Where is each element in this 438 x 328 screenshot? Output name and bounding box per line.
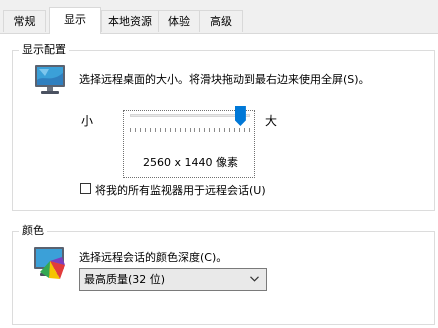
slider-tick — [130, 128, 131, 132]
monitor-icon — [35, 65, 65, 94]
color-palette-monitor-icon — [34, 247, 65, 279]
slider-tick — [239, 128, 240, 132]
slider-tick — [194, 128, 195, 132]
slider-tick — [150, 128, 151, 132]
slider-tick — [145, 128, 146, 132]
slider-tick — [224, 128, 225, 132]
slider-tick — [190, 128, 191, 132]
tab-experience[interactable]: 体验 — [158, 10, 200, 32]
tab-advanced[interactable]: 高级 — [199, 10, 243, 32]
colors-group-title: 颜色 — [19, 224, 47, 238]
color-depth-select[interactable]: 最高质量(32 位) — [79, 268, 267, 291]
tab-strip: 常规 显示 本地资源 体验 高级 — [0, 0, 438, 34]
all-monitors-checkbox[interactable] — [80, 183, 91, 194]
slider-tick — [209, 128, 210, 132]
slider-tick — [180, 128, 181, 132]
slider-tick — [165, 128, 166, 132]
slider-tick — [214, 128, 215, 132]
slider-tick — [244, 128, 245, 132]
display-config-title: 显示配置 — [19, 43, 69, 57]
slider-tick — [229, 128, 230, 132]
chevron-down-icon — [250, 276, 259, 282]
slider-tick — [185, 128, 186, 132]
display-description: 选择远程桌面的大小。将滑块拖动到最右边来使用全屏(S)。 — [79, 73, 370, 86]
slider-min-label: 小 — [81, 114, 94, 128]
display-tab-panel: 显示配置 选择远程桌面的大小。将滑块拖动到最右边来使用全屏(S)。 小 大 25… — [0, 33, 438, 328]
slider-max-label: 大 — [265, 114, 278, 128]
slider-tick — [140, 128, 141, 132]
slider-tick — [234, 128, 235, 132]
resolution-slider-track[interactable] — [130, 114, 250, 117]
resolution-value: 2560 x 1440 像素 — [143, 156, 238, 169]
tab-display[interactable]: 显示 — [49, 7, 101, 34]
tab-local-resources[interactable]: 本地资源 — [101, 10, 159, 32]
slider-tick — [160, 128, 161, 132]
slider-tick — [135, 128, 136, 132]
all-monitors-label[interactable]: 将我的所有监视器用于远程会话(U) — [95, 182, 266, 198]
slider-tick — [175, 128, 176, 132]
slider-tick — [249, 128, 250, 132]
slider-tick — [170, 128, 171, 132]
tab-general[interactable]: 常规 — [3, 10, 46, 32]
resolution-slider-ticks — [130, 128, 250, 133]
slider-tick — [155, 128, 156, 132]
color-depth-value: 最高质量(32 位) — [84, 273, 166, 286]
slider-tick — [219, 128, 220, 132]
slider-tick — [204, 128, 205, 132]
color-depth-description: 选择远程会话的颜色深度(C)。 — [79, 251, 228, 264]
slider-tick — [199, 128, 200, 132]
